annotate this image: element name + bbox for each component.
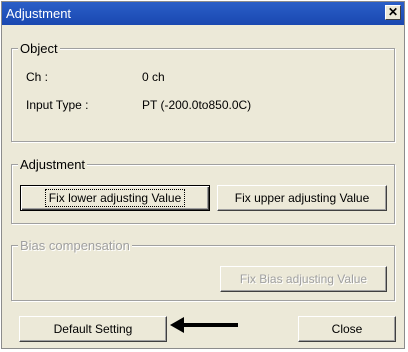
close-window-button[interactable]: ✕	[385, 5, 401, 20]
window-title: Adjustment	[6, 6, 72, 21]
adjustment-group-legend: Adjustment	[18, 157, 88, 172]
object-group-legend: Object	[18, 41, 60, 56]
default-setting-label: Default Setting	[53, 322, 133, 336]
ch-label: Ch :	[26, 70, 49, 84]
fix-bias-label: Fix Bias adjusting Value	[239, 272, 368, 286]
fix-lower-button[interactable]: Fix lower adjusting Value	[20, 185, 210, 211]
input-type-label: Input Type :	[26, 98, 89, 112]
default-setting-button[interactable]: Default Setting	[19, 316, 167, 342]
close-icon: ✕	[387, 5, 399, 19]
fix-lower-label: Fix lower adjusting Value	[44, 189, 186, 207]
object-group: Object	[11, 41, 395, 142]
fix-upper-button[interactable]: Fix upper adjusting Value	[217, 185, 387, 211]
bias-group-legend: Bias compensation	[18, 238, 132, 253]
left-arrow-icon	[170, 317, 238, 333]
ch-value: 0 ch	[142, 70, 165, 84]
fix-bias-button[interactable]: Fix Bias adjusting Value	[220, 266, 387, 292]
fix-upper-label: Fix upper adjusting Value	[234, 191, 370, 205]
close-button-label: Close	[331, 322, 363, 336]
input-type-value: PT (-200.0to850.0C)	[142, 98, 252, 112]
adjustment-dialog: Adjustment ✕ Object Ch : 0 ch Input Type…	[1, 1, 405, 349]
title-bar[interactable]: Adjustment ✕	[2, 2, 404, 25]
close-button[interactable]: Close	[298, 316, 396, 342]
